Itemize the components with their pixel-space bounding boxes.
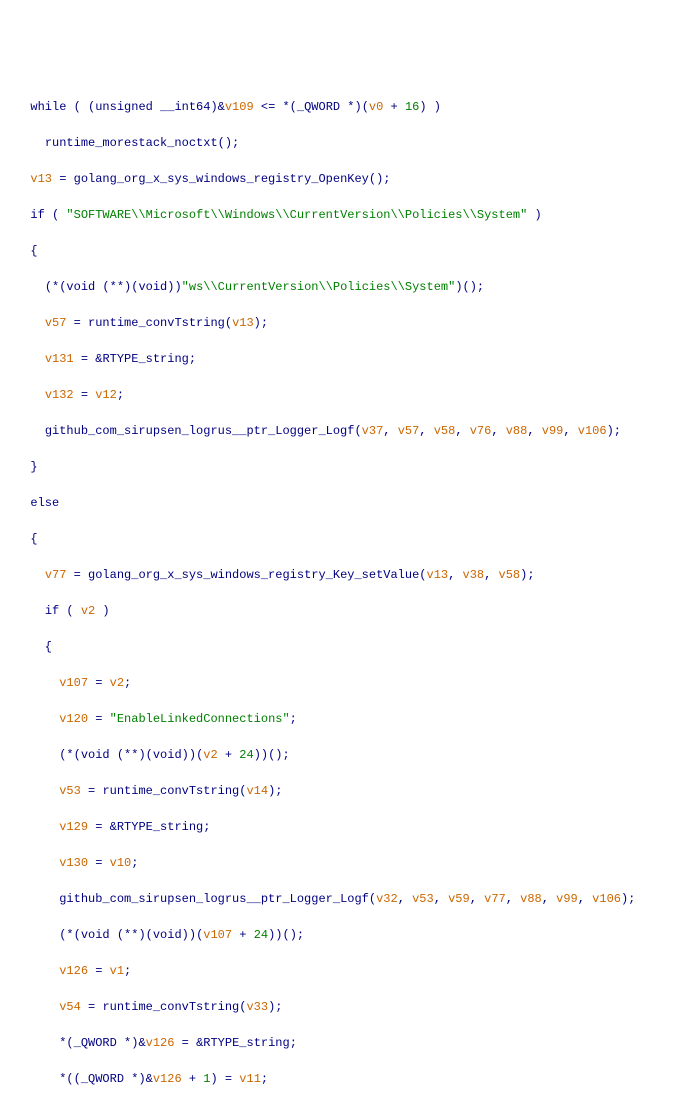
code-line: else (16, 494, 669, 512)
code-line: v126 = v1; (16, 962, 669, 980)
code-line: if ( "SOFTWARE\\Microsoft\\Windows\\Curr… (16, 206, 669, 224)
code-line: v120 = "EnableLinkedConnections"; (16, 710, 669, 728)
code-line: { (16, 242, 669, 260)
code-line: v13 = golang_org_x_sys_windows_registry_… (16, 170, 669, 188)
code-line: v77 = golang_org_x_sys_windows_registry_… (16, 566, 669, 584)
code-line: v53 = runtime_convTstring(v14); (16, 782, 669, 800)
code-line: v129 = &RTYPE_string; (16, 818, 669, 836)
keyword: while (30, 100, 66, 114)
code-line: { (16, 530, 669, 548)
code-line: github_com_sirupsen_logrus__ptr_Logger_L… (16, 422, 669, 440)
code-line: *(_QWORD *)&v126 = &RTYPE_string; (16, 1034, 669, 1052)
code-line: v130 = v10; (16, 854, 669, 872)
code-line: if ( v2 ) (16, 602, 669, 620)
code-line: github_com_sirupsen_logrus__ptr_Logger_L… (16, 890, 669, 908)
code-line: while ( (unsigned __int64)&v109 <= *(_QW… (16, 98, 669, 116)
code-line: v54 = runtime_convTstring(v33); (16, 998, 669, 1016)
code-line: v57 = runtime_convTstring(v13); (16, 314, 669, 332)
code-line: (*(void (**)(void))(v2 + 24))(); (16, 746, 669, 764)
code-line: } (16, 458, 669, 476)
code-line: *((_QWORD *)&v126 + 1) = v11; (16, 1070, 669, 1088)
code-line: (*(void (**)(void))(v107 + 24))(); (16, 926, 669, 944)
code-line: v107 = v2; (16, 674, 669, 692)
code-line: (*(void (**)(void))"ws\\CurrentVersion\\… (16, 278, 669, 296)
code-line: { (16, 638, 669, 656)
code-block: while ( (unsigned __int64)&v109 <= *(_QW… (16, 80, 669, 1106)
code-line: v132 = v12; (16, 386, 669, 404)
code-line: v131 = &RTYPE_string; (16, 350, 669, 368)
code-line: runtime_morestack_noctxt(); (16, 134, 669, 152)
